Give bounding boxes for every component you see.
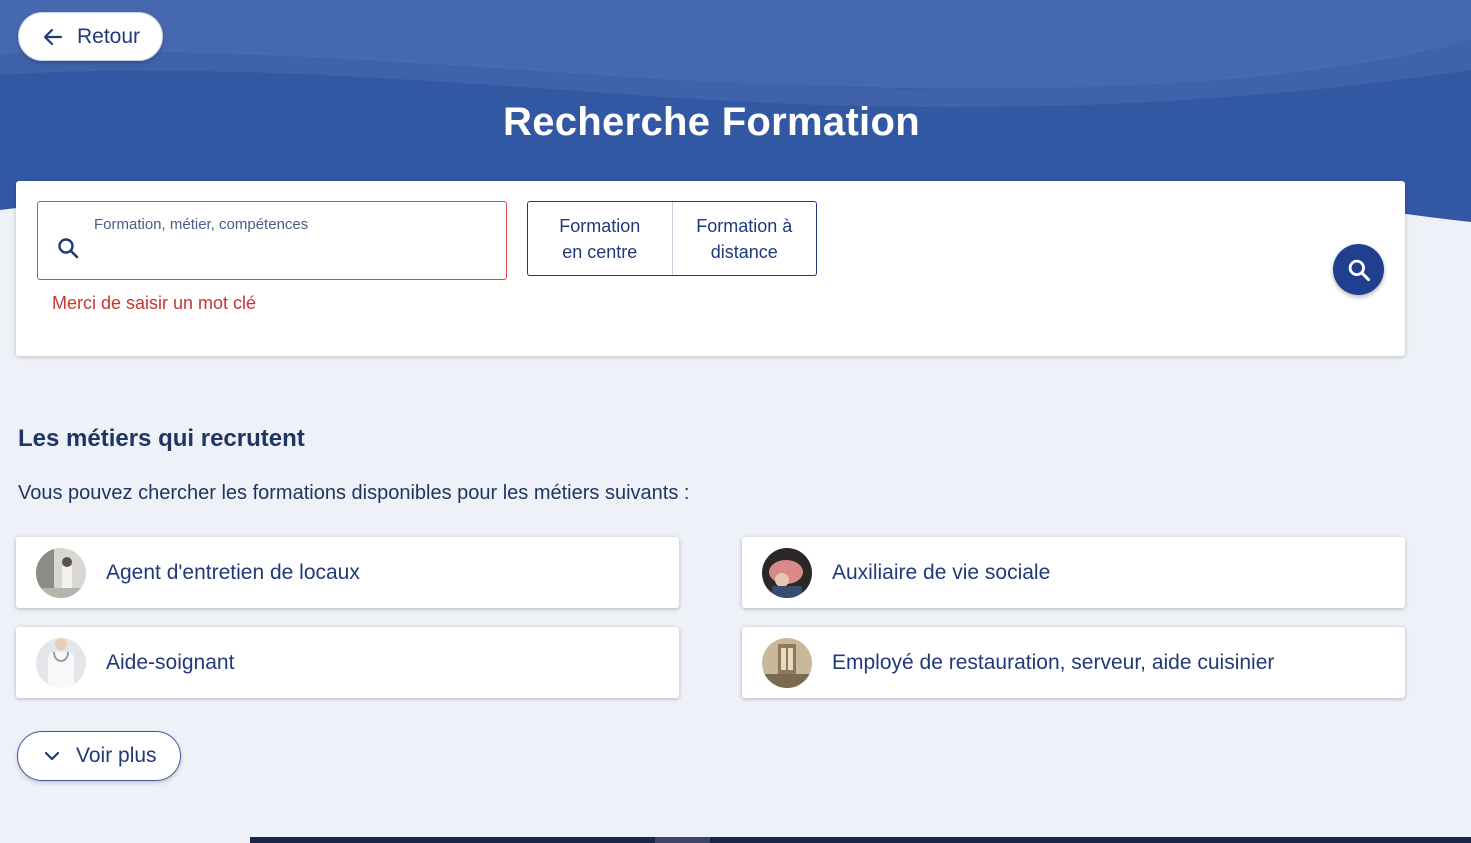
job-card-auxiliaire-vie[interactable]: Auxiliaire de vie sociale — [742, 537, 1405, 608]
back-button-label: Retour — [77, 24, 141, 48]
footer-edge-segment — [655, 837, 710, 843]
page-title: Recherche Formation — [503, 100, 920, 144]
arrow-left-icon — [43, 28, 63, 45]
jobs-section-subtitle: Vous pouvez chercher les formations disp… — [18, 482, 690, 504]
job-card-employe-restauration[interactable]: Employé de restauration, serveur, aide c… — [742, 627, 1405, 698]
job-avatar — [36, 547, 86, 598]
search-icon — [58, 238, 79, 259]
mode-remote-button[interactable]: Formation à distance — [671, 202, 817, 275]
job-card-label: Agent d'entretien de locaux — [106, 560, 360, 584]
chevron-down-icon — [44, 751, 60, 761]
job-avatar — [762, 547, 812, 598]
job-card-label: Aide-soignant — [106, 650, 235, 674]
job-card-agent-entretien[interactable]: Agent d'entretien de locaux — [16, 537, 679, 608]
search-icon — [1348, 259, 1370, 281]
see-more-label: Voir plus — [76, 744, 157, 767]
search-field-label: Formation, métier, compétences — [94, 216, 309, 233]
search-submit-button[interactable] — [1333, 244, 1384, 295]
job-card-label: Employé de restauration, serveur, aide c… — [832, 650, 1275, 674]
see-more-button[interactable]: Voir plus — [17, 731, 181, 781]
footer-edge — [250, 837, 1471, 843]
back-button[interactable]: Retour — [18, 12, 163, 61]
search-error-message: Merci de saisir un mot clé — [52, 293, 257, 313]
job-card-aide-soignant[interactable]: Aide-soignant — [16, 627, 679, 698]
training-mode-toggle: Formation en centre Formation à distance — [527, 201, 817, 276]
search-card: Formation, métier, compétences Merci de … — [16, 181, 1405, 356]
jobs-section-title: Les métiers qui recrutent — [18, 425, 305, 452]
search-field[interactable]: Formation, métier, compétences — [37, 201, 507, 280]
job-avatar — [762, 637, 812, 688]
job-card-label: Auxiliaire de vie sociale — [832, 560, 1051, 584]
search-input[interactable] — [94, 242, 484, 270]
mode-in-center-button[interactable]: Formation en centre — [528, 202, 672, 275]
job-avatar — [36, 637, 86, 688]
